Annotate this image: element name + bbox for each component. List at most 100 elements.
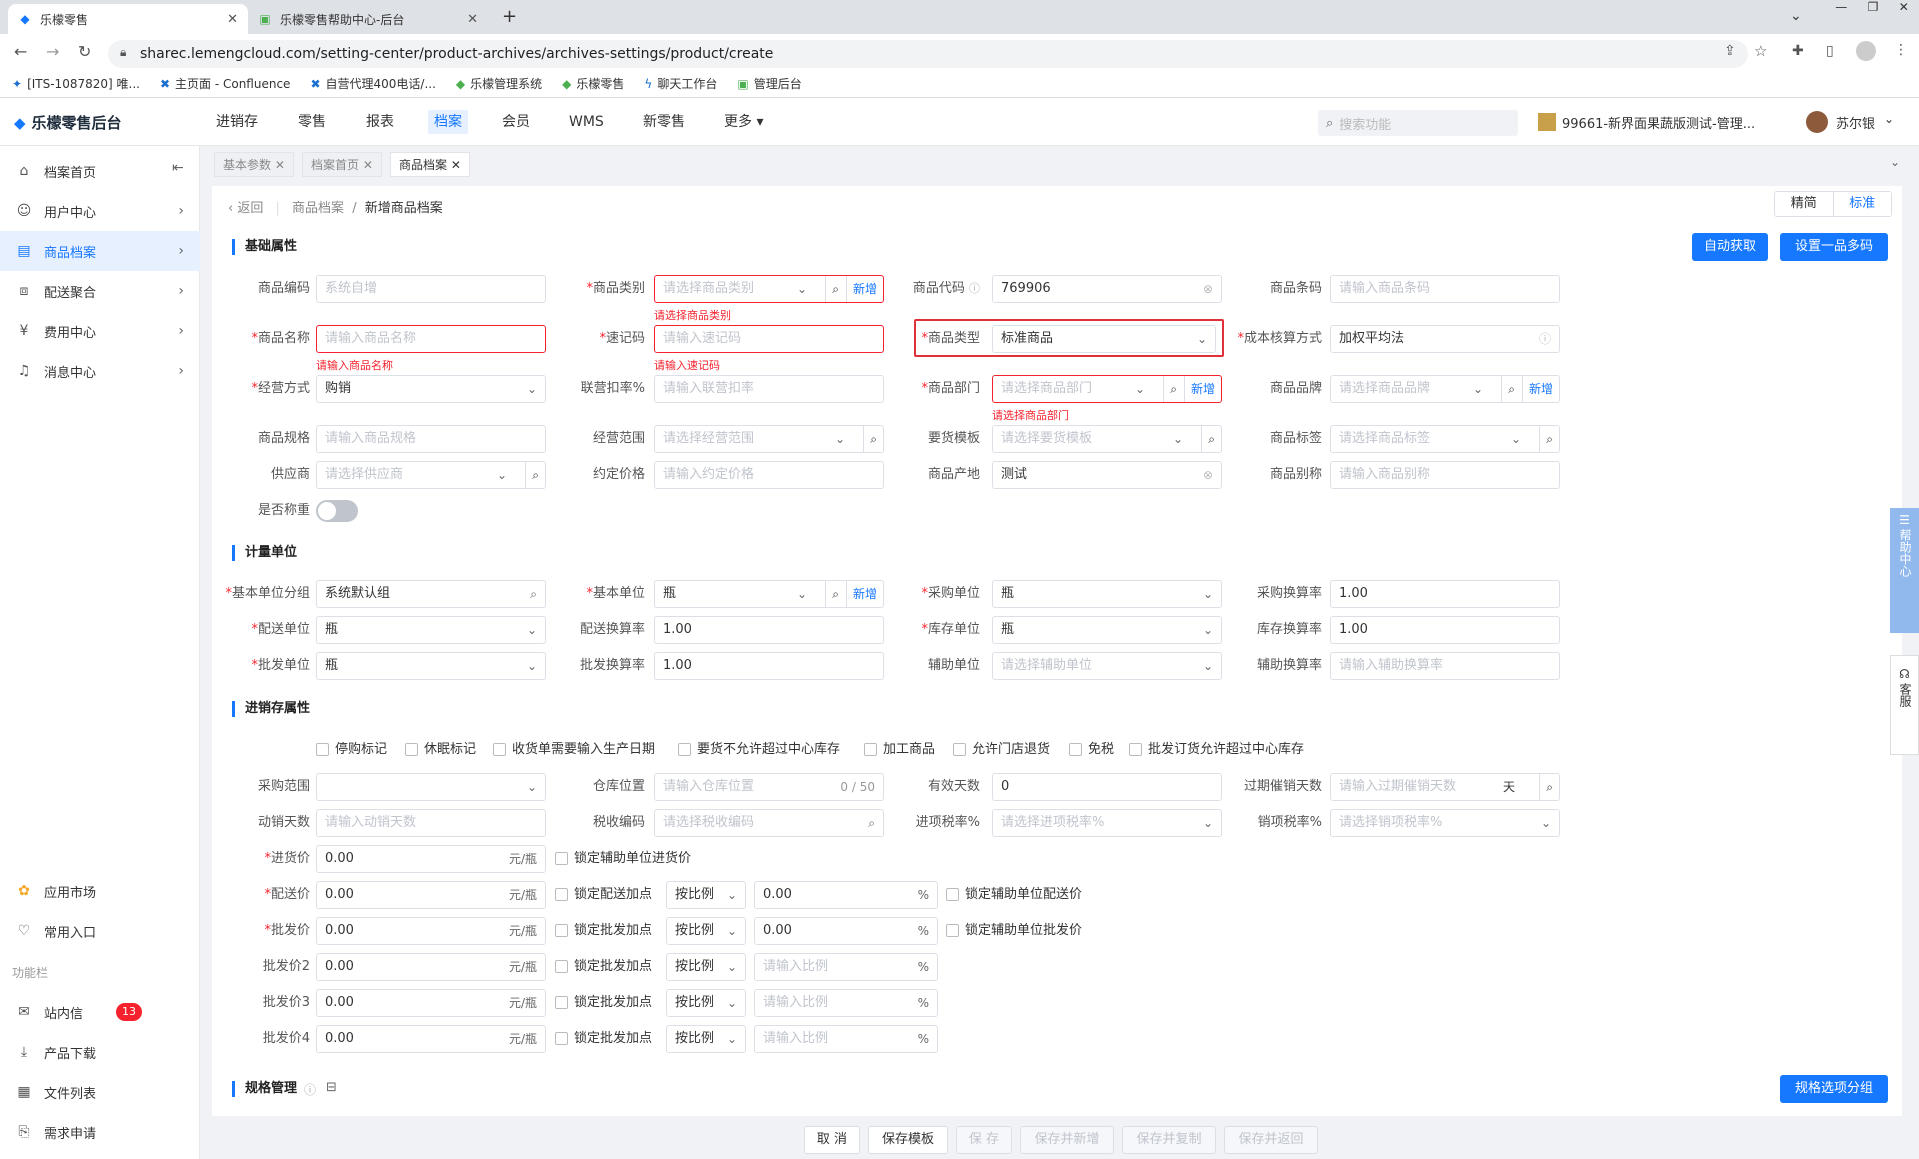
app-logo[interactable]: ◆ 乐檬零售后台 <box>14 112 122 133</box>
aux-conv-input[interactable]: 请输入辅助换算率 <box>1330 652 1560 680</box>
bookmark-item[interactable]: ✖ 自营代理400电话/... <box>310 75 435 92</box>
auto-fetch-button[interactable]: 自动获取 <box>1692 233 1768 261</box>
brand-select[interactable]: 请选择商品品牌 ⌄ ⌕ 新增 <box>1330 375 1560 403</box>
check-processed[interactable]: 加工商品 <box>864 740 935 760</box>
bookmark-item[interactable]: ✦ [ITS-1087820] 唯... <box>12 75 140 92</box>
origin-input[interactable]: 测试 ⊗ <box>992 461 1222 489</box>
save-new-button[interactable]: 保存并新增 <box>1020 1126 1114 1154</box>
whole4-mode-select[interactable]: 按比例 ⌄ <box>666 1025 746 1053</box>
menu-kebab-icon[interactable]: ⋮ <box>1894 42 1908 58</box>
mode-simple[interactable]: 精简 <box>1775 192 1833 216</box>
sidebar-item-favorites[interactable]: ♡ 常用入口 <box>0 911 200 951</box>
nav-item[interactable]: 进销存 <box>216 98 258 146</box>
move-days-input[interactable]: 请输入动销天数 <box>316 809 546 837</box>
tabs-dropdown-icon[interactable]: ⌄ <box>1890 155 1900 169</box>
whole-price-input[interactable]: 0.00 元/瓶 <box>316 917 546 945</box>
sidebar-item-download[interactable]: ⤓ 产品下载 <box>0 1032 200 1072</box>
input-tax-select[interactable]: 请选择进项税率% ⌄ <box>992 809 1222 837</box>
bookmark-item[interactable]: ◆ 乐檬管理系统 <box>456 75 542 92</box>
extensions-icon[interactable]: ✚ <box>1792 43 1804 59</box>
purchase-range-select[interactable]: ⌄ <box>316 773 546 801</box>
reload-icon[interactable]: ↻ <box>78 42 91 61</box>
nav-item-active[interactable]: 档案 <box>428 98 468 146</box>
base-unit-select[interactable]: 瓶 ⌄ ⌕ 新增 <box>654 580 884 608</box>
page-tab[interactable]: 档案首页 ✕ <box>302 152 382 177</box>
stock-conv-input[interactable]: 1.00 <box>1330 616 1560 644</box>
checkbox[interactable] <box>555 852 568 865</box>
checkbox[interactable] <box>1069 743 1082 756</box>
customer-service-float[interactable]: ☊ 客服 <box>1890 655 1919 755</box>
dist-markup-mode-select[interactable]: 按比例 ⌄ <box>666 881 746 909</box>
bookmark-item[interactable]: ▣ 管理后台 <box>737 75 801 92</box>
product-name-input[interactable]: 请输入商品名称 <box>316 325 546 353</box>
close-tab-icon[interactable]: ✕ <box>227 12 238 27</box>
whole-price3-input[interactable]: 0.00 元/瓶 <box>316 989 546 1017</box>
checkbox[interactable] <box>555 960 568 973</box>
check-tax-free[interactable]: 免税 <box>1069 740 1114 760</box>
whole-conv-input[interactable]: 1.00 <box>654 652 884 680</box>
sidebar-item-delivery[interactable]: ⧈ 配送聚合 › <box>0 271 200 311</box>
lock-whole4-markup-check[interactable]: 锁定批发加点 <box>555 1029 652 1049</box>
check-order-limit[interactable]: 要货不允许超过中心库存 <box>678 740 840 760</box>
sidebar-item-message[interactable]: ♫ 消息中心 › <box>0 351 200 391</box>
cost-method-select[interactable]: 加权平均法 ⓘ <box>1330 325 1560 353</box>
close-icon[interactable]: ✕ <box>451 158 461 172</box>
nav-item[interactable]: 新零售 <box>643 98 685 146</box>
search-icon[interactable]: ⌕ <box>825 581 845 607</box>
sidebar-item-fee[interactable]: ¥ 费用中心 › <box>0 311 200 351</box>
browser-tab-active[interactable]: ◆ 乐檬零售 ✕ <box>8 4 248 34</box>
barcode-input[interactable]: 请输入商品条码 <box>1330 275 1560 303</box>
lock-aux-dist-check[interactable]: 锁定辅助单位配送价 <box>946 885 1082 905</box>
page-tab-active[interactable]: 商品档案 ✕ <box>390 152 470 177</box>
product-code-input[interactable]: 系统自增 <box>316 275 546 303</box>
cancel-button[interactable]: 取 消 <box>804 1126 860 1154</box>
back-link[interactable]: ‹ 返回 <box>228 201 263 216</box>
supplier-select[interactable]: 请选择供应商 ⌄ ⌕ <box>316 461 546 489</box>
dist-conv-input[interactable]: 1.00 <box>654 616 884 644</box>
purchase-conv-input[interactable]: 1.00 <box>1330 580 1560 608</box>
whole-price2-input[interactable]: 0.00 元/瓶 <box>316 953 546 981</box>
chevron-down-icon[interactable]: ⌄ <box>1884 112 1894 126</box>
stock-unit-select[interactable]: 瓶 ⌄ <box>992 616 1222 644</box>
close-tab-icon[interactable]: ✕ <box>467 12 478 27</box>
add-unit-button[interactable]: 新增 <box>845 581 883 607</box>
clear-icon[interactable]: ⊗ <box>1203 276 1213 302</box>
check-store-return[interactable]: 允许门店退货 <box>953 740 1050 760</box>
save-template-button[interactable]: 保存模板 <box>868 1126 948 1154</box>
dist-markup-pct-input[interactable]: 0.00% <box>754 881 938 909</box>
search-icon[interactable]: ⌕ <box>863 426 883 452</box>
sidebar-item-home[interactable]: ⌂ 档案首页 <box>0 151 200 191</box>
bookmark-item[interactable]: ✖ 主页面 - Confluence <box>160 75 290 92</box>
whole3-mode-select[interactable]: 按比例 ⌄ <box>666 989 746 1017</box>
product-code-value-input[interactable]: 769906 ⊗ <box>992 275 1222 303</box>
nav-item[interactable]: 会员 <box>502 98 530 146</box>
nav-more[interactable]: 更多 ▾ <box>724 98 763 146</box>
help-center-float[interactable]: ☰ 帮助中心 <box>1890 508 1919 633</box>
search-icon[interactable]: ⌕ <box>530 581 537 607</box>
forward-icon[interactable]: → <box>46 42 59 61</box>
lock-dist-markup-check[interactable]: 锁定配送加点 <box>555 885 652 905</box>
table-icon[interactable]: ⊟ <box>326 1080 337 1095</box>
aux-unit-select[interactable]: 请选择辅助单位 ⌄ <box>992 652 1222 680</box>
joint-rate-input[interactable]: 请输入联营扣率 <box>654 375 884 403</box>
valid-days-input[interactable]: 0 <box>992 773 1222 801</box>
sidebar-item-user[interactable]: ☺ 用户中心 › <box>0 191 200 231</box>
checkbox[interactable] <box>493 743 506 756</box>
sidebar-item-product[interactable]: ▤ 商品档案 › <box>0 231 200 271</box>
mode-standard[interactable]: 标准 <box>1832 192 1891 216</box>
user-avatar[interactable] <box>1806 111 1828 133</box>
tag-select[interactable]: 请选择商品标签 ⌄ ⌕ <box>1330 425 1560 453</box>
checkbox[interactable] <box>555 1032 568 1045</box>
scope-select[interactable]: 请选择经营范围 ⌄ ⌕ <box>654 425 884 453</box>
add-brand-button[interactable]: 新增 <box>1521 376 1559 402</box>
template-select[interactable]: 请选择要货模板 ⌄ ⌕ <box>992 425 1222 453</box>
spec-group-button[interactable]: 规格选项分组 <box>1780 1075 1888 1103</box>
search-icon[interactable]: ⌕ <box>1501 376 1521 402</box>
nav-item[interactable]: 报表 <box>366 98 394 146</box>
url-input[interactable]: 🔒︎ sharec.lemengcloud.com/setting-center… <box>108 40 1748 68</box>
store-name[interactable]: 99661-新界面果蔬版测试-管理... <box>1562 113 1755 132</box>
close-icon[interactable]: ✕ <box>363 158 373 172</box>
lock-aux-purchase-check[interactable]: 锁定辅助单位进货价 <box>555 849 691 869</box>
nav-item[interactable]: 零售 <box>298 98 326 146</box>
search-icon[interactable]: ⌕ <box>1201 426 1221 452</box>
